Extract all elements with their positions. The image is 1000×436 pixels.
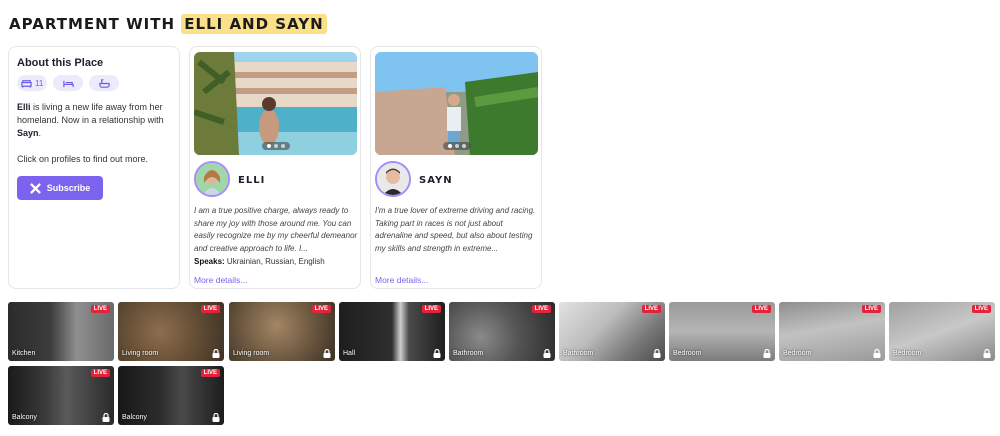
lock-icon <box>653 349 661 358</box>
camera-label: Living room <box>122 350 159 357</box>
live-badge: LIVE <box>421 305 441 313</box>
camera-label: Bedroom <box>673 350 702 357</box>
about-heading: About this Place <box>17 57 104 69</box>
subscribe-button[interactable]: Subscribe <box>17 176 103 200</box>
lock-icon <box>873 349 881 358</box>
camera-thumb[interactable]: LIVE Bedroom <box>889 302 995 361</box>
chip-count: 11 <box>35 78 44 88</box>
camera-label: Bathroom <box>563 350 594 357</box>
camera-thumb[interactable]: LIVE Living room <box>118 302 224 361</box>
live-badge: LIVE <box>531 305 551 313</box>
carousel-dots[interactable] <box>261 142 290 150</box>
page-title: APARTMENT WITH ELLI AND SAYN <box>9 14 327 34</box>
street-photo <box>375 52 538 155</box>
live-badge: LIVE <box>200 305 220 313</box>
live-badge: LIVE <box>861 305 881 313</box>
lock-icon <box>102 413 110 422</box>
lock-icon <box>543 349 551 358</box>
couch-icon <box>21 79 32 88</box>
camera-label: Bathroom <box>453 350 484 357</box>
camera-label: Bedroom <box>783 350 812 357</box>
camera-thumb[interactable]: LIVE Hall <box>339 302 445 361</box>
profile-card-sayn[interactable]: SAYN I'm a true lover of extreme driving… <box>370 46 542 289</box>
about-description: Elli is living a new life away from her … <box>17 102 164 138</box>
camera-thumb[interactable]: LIVE Balcony <box>118 366 224 425</box>
camera-label: Balcony <box>122 414 147 421</box>
bed-icon <box>63 80 74 87</box>
live-badge: LIVE <box>751 305 771 313</box>
camera-thumb[interactable]: LIVE Bedroom <box>779 302 885 361</box>
camera-label: Hall <box>343 350 356 357</box>
profile-name[interactable]: SAYN <box>419 175 453 186</box>
camera-label: Balcony <box>12 414 37 421</box>
bathtub-icon <box>99 78 110 88</box>
lock-icon <box>212 413 220 422</box>
profile-languages: Speaks: Ukrainian, Russian, English <box>194 257 325 266</box>
lock-icon <box>212 349 220 358</box>
pool-photo <box>194 52 357 155</box>
chip-bathtub <box>89 75 120 91</box>
camera-thumb[interactable]: LIVE Kitchen <box>8 302 114 361</box>
live-badge: LIVE <box>641 305 661 313</box>
live-badge: LIVE <box>200 369 220 377</box>
live-badge: LIVE <box>311 305 331 313</box>
camera-thumb[interactable]: LIVE Bathroom <box>449 302 555 361</box>
avatar-elli[interactable] <box>194 161 230 197</box>
camera-thumb[interactable]: LIVE Bathroom <box>559 302 665 361</box>
chip-couch: 11 <box>17 75 48 91</box>
camera-thumb[interactable]: LIVE Balcony <box>8 366 114 425</box>
profile-card-elli[interactable]: ELLI I am a true positive charge, always… <box>189 46 361 289</box>
lock-icon <box>323 349 331 358</box>
carousel-dots[interactable] <box>442 142 471 150</box>
more-details-link[interactable]: More details... <box>375 275 428 285</box>
lock-icon <box>983 349 991 358</box>
title-highlight: ELLI AND SAYN <box>181 14 327 34</box>
live-badge: LIVE <box>90 369 110 377</box>
title-prefix: APARTMENT WITH <box>9 15 176 33</box>
camera-label: Living room <box>233 350 270 357</box>
profile-photo[interactable] <box>194 52 357 155</box>
camera-thumb[interactable]: LIVE Living room <box>229 302 335 361</box>
camera-label: Bedroom <box>893 350 922 357</box>
more-details-link[interactable]: More details... <box>194 275 247 285</box>
live-badge: LIVE <box>90 305 110 313</box>
lock-icon <box>763 349 771 358</box>
avatar-sayn[interactable] <box>375 161 411 197</box>
amenity-chips: 11 <box>17 75 171 91</box>
x-logo-icon <box>29 182 41 194</box>
profile-bio: I am a true positive charge, always read… <box>194 206 358 253</box>
about-hint: Click on profiles to find out more. <box>17 154 149 164</box>
chip-bed <box>53 75 84 91</box>
profile-name[interactable]: ELLI <box>238 175 265 186</box>
camera-label: Kitchen <box>12 350 36 357</box>
live-badge: LIVE <box>971 305 991 313</box>
lock-icon <box>433 349 441 358</box>
profile-photo[interactable] <box>375 52 538 155</box>
profile-bio: I'm a true lover of extreme driving and … <box>375 206 536 253</box>
camera-thumb[interactable]: LIVE Bedroom <box>669 302 775 361</box>
about-card: About this Place 11 Elli is living a new… <box>8 46 180 289</box>
